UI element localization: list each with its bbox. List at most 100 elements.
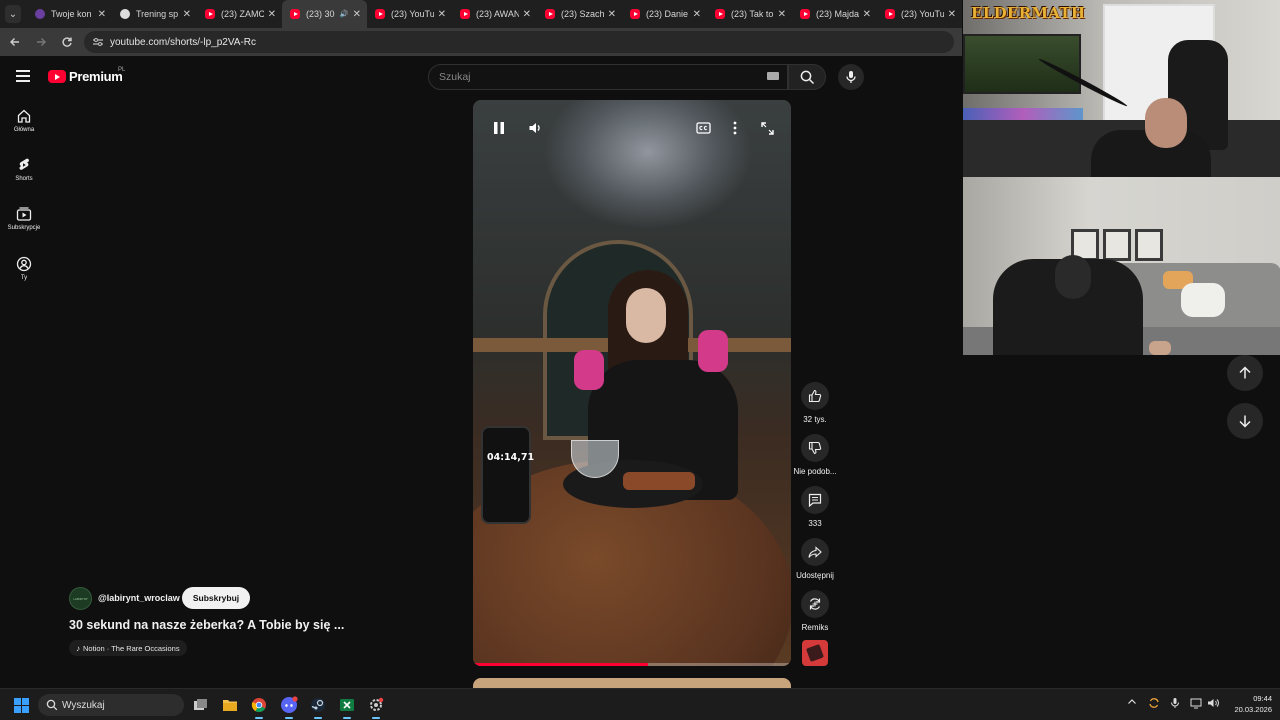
captions-button[interactable] <box>693 118 713 138</box>
excel-icon[interactable] <box>337 695 357 719</box>
speaker-icon[interactable] <box>1207 697 1219 712</box>
menu-icon[interactable] <box>16 70 30 82</box>
discord-icon[interactable] <box>279 695 299 719</box>
account-icon <box>16 256 32 272</box>
close-tab-icon[interactable]: ✕ <box>863 9 871 20</box>
tab-title: (23) ZAMC <box>221 9 264 19</box>
search-input[interactable]: Szukaj <box>428 64 788 90</box>
like-button[interactable]: 32 tys. <box>795 382 835 424</box>
address-bar[interactable]: youtube.com/shorts/-lp_p2VA-Rc <box>84 31 954 53</box>
chrome-icon[interactable] <box>249 695 269 719</box>
browser-tab[interactable]: (23) ZAMC ✕ <box>197 0 282 28</box>
browser-tab[interactable]: (23) Szach ✕ <box>537 0 622 28</box>
youtube-icon <box>375 9 385 19</box>
microphone-icon <box>846 71 856 83</box>
youtube-premium-logo[interactable]: Premium PL <box>48 67 125 84</box>
app-settings-icon[interactable] <box>366 695 386 719</box>
close-tab-icon[interactable]: ✕ <box>523 9 531 20</box>
site-info-icon[interactable] <box>92 37 104 47</box>
close-tab-icon[interactable]: ✕ <box>693 9 701 20</box>
more-options-button[interactable] <box>725 118 745 138</box>
close-tab-icon[interactable]: ✕ <box>98 9 106 20</box>
comments-button[interactable]: 333 <box>795 486 835 528</box>
browser-tab[interactable]: (23) YouTu ✕ <box>367 0 452 28</box>
volume-icon <box>529 123 540 133</box>
subscribe-button[interactable]: Subskrybuj <box>182 587 250 609</box>
steam-icon[interactable] <box>308 695 328 719</box>
reload-icon <box>62 37 72 47</box>
sidebar-item-you[interactable]: Ty <box>0 256 48 281</box>
browser-toolbar: youtube.com/shorts/-lp_p2VA-Rc <box>0 28 962 56</box>
search-button[interactable] <box>788 64 826 90</box>
volume-button[interactable] <box>525 118 545 138</box>
reload-button[interactable] <box>56 31 78 53</box>
tab-title: Twoje kon <box>51 9 92 19</box>
close-tab-icon[interactable]: ✕ <box>183 9 191 20</box>
video-progress-fill <box>473 663 648 666</box>
taskbar-search[interactable]: Wyszukaj <box>38 694 184 716</box>
browser-tab[interactable]: Twoje kon ✕ <box>27 0 112 28</box>
music-label: Notion · The Rare Occasions <box>83 643 180 653</box>
sidebar-label-subscriptions: Subskrypcje <box>7 225 41 231</box>
tab-title: (23) Majda <box>816 9 859 19</box>
voice-search-button[interactable] <box>838 64 864 90</box>
browser-tab[interactable]: Trening sp ✕ <box>112 0 197 28</box>
tab-search-button[interactable]: ⌄ <box>5 5 21 23</box>
task-view-icon[interactable] <box>191 695 211 715</box>
browser-tab[interactable]: (23) Danie ✕ <box>622 0 707 28</box>
close-tab-icon[interactable]: ✕ <box>608 9 616 20</box>
microphone-tray-icon[interactable] <box>1170 697 1180 712</box>
channel-name[interactable]: @labirynt_wroclaw <box>98 593 180 603</box>
tab-audio-icon[interactable]: 🔊 <box>340 10 349 18</box>
forward-button[interactable] <box>30 31 52 53</box>
dislike-button[interactable]: Nie podob... <box>793 434 837 476</box>
soccer-ball-icon <box>120 9 130 19</box>
video-title[interactable]: 30 sekund na nasze żeberka? A Tobie by s… <box>69 618 344 632</box>
browser-tab[interactable]: (23) Tak to ✕ <box>707 0 792 28</box>
music-chip[interactable]: ♪ Notion · The Rare Occasions <box>69 640 187 656</box>
close-tab-icon[interactable]: ✕ <box>438 9 446 20</box>
close-tab-icon[interactable]: ✕ <box>778 9 786 20</box>
close-tab-icon[interactable]: ✕ <box>268 9 276 20</box>
video-ribs <box>623 472 695 490</box>
remix-button[interactable]: Remiks <box>795 590 835 632</box>
file-explorer-icon[interactable] <box>220 695 240 715</box>
close-tab-icon[interactable]: ✕ <box>353 9 361 20</box>
share-button[interactable]: Udostępnij <box>795 538 835 580</box>
clock-time: 09:44 <box>1253 694 1272 703</box>
youtube-icon <box>460 9 470 19</box>
fullscreen-icon <box>760 121 774 135</box>
streamer-person <box>1145 98 1187 148</box>
browser-tab[interactable]: (23) YouTu ✕ <box>877 0 962 28</box>
pause-button[interactable] <box>489 118 509 138</box>
browser-tab[interactable]: (23) Majda ✕ <box>792 0 877 28</box>
remix-label: Remiks <box>801 623 829 632</box>
back-button[interactable] <box>4 31 26 53</box>
music-note-icon: ♪ <box>76 643 80 653</box>
keyboard-icon[interactable] <box>767 72 779 80</box>
display-icon[interactable] <box>1190 697 1202 712</box>
youtube-icon <box>800 9 810 19</box>
channel-avatar[interactable]: LABIRYNT <box>69 587 92 610</box>
browser-tab-strip: ⌄ Twoje kon ✕ Trening sp ✕ (23) ZAMC ✕ (23) 30… <box>0 0 962 28</box>
arrow-right-icon <box>37 38 46 46</box>
sidebar-label-shorts: Shorts <box>15 176 33 182</box>
close-tab-icon[interactable]: ✕ <box>948 9 956 20</box>
shorts-video-player[interactable]: 04:14,71 <box>473 100 791 666</box>
fullscreen-button[interactable] <box>757 118 777 138</box>
windows-start-icon[interactable] <box>14 698 29 713</box>
browser-tab[interactable]: (23) AWAN ✕ <box>452 0 537 28</box>
browser-tab[interactable]: (23) 30 🔊 ✕ <box>282 0 367 28</box>
video-progress-bar[interactable] <box>473 663 791 666</box>
taskbar-clock[interactable]: 09:44 20.03.2026 <box>1222 693 1272 715</box>
sync-icon[interactable] <box>1148 697 1160 712</box>
sound-thumbnail[interactable] <box>802 640 828 666</box>
sidebar-item-shorts[interactable]: Shorts <box>0 157 48 182</box>
next-short-button[interactable] <box>1227 403 1263 439</box>
sidebar-item-subscriptions[interactable]: Subskrypcje <box>0 206 48 231</box>
sidebar-item-home[interactable]: Główna <box>0 108 48 133</box>
previous-short-button[interactable] <box>1227 355 1263 391</box>
tray-overflow-icon[interactable] <box>1127 697 1137 710</box>
screen: ⌄ Twoje kon ✕ Trening sp ✕ (23) ZAMC ✕ (23) 30… <box>0 0 1280 720</box>
tab-title: (23) Danie <box>646 9 689 19</box>
